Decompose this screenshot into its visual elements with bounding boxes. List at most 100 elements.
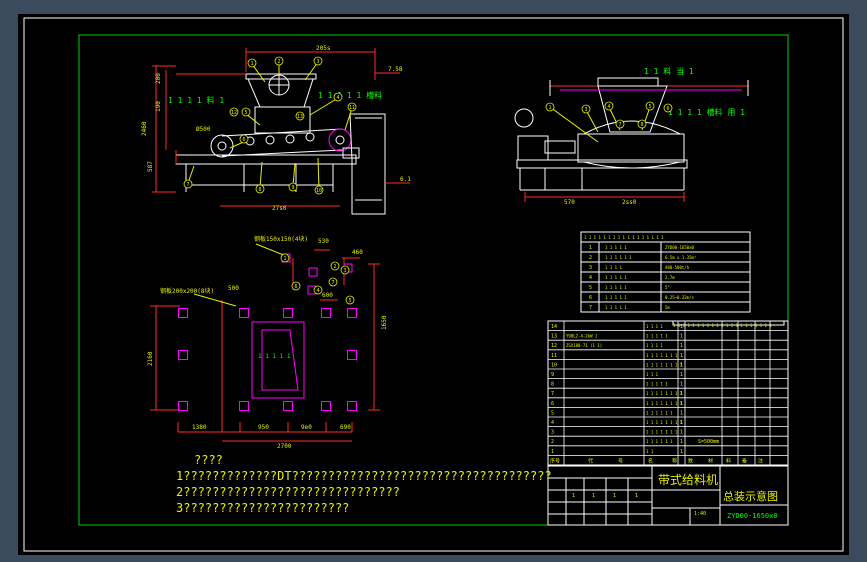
bom-row-name: 1 1 1 1 1 1 1 1 (646, 391, 683, 396)
front-balloon-number: 8 (258, 187, 261, 193)
bom-row-no: 3 (551, 430, 554, 436)
dim-2160: 2160 (147, 351, 154, 366)
bom-row-qty: 1 (680, 324, 683, 330)
bom-row-code: Y90L2-4-2kW 1 (566, 334, 598, 339)
front-balloon: 5 (241, 107, 251, 117)
tech-row-name: 1 1 1 1 1 (605, 305, 627, 310)
front-balloon: 1 (247, 58, 257, 68)
front-balloon: 10 (314, 185, 324, 195)
front-balloon-number: 1 (250, 61, 253, 67)
side-balloon-number: 3 (584, 107, 587, 113)
title-left: 带式给料机 (658, 473, 718, 487)
bom-row-no: 14 (551, 324, 557, 330)
dim-530: 530 (318, 238, 329, 245)
plan-balloon-number: 7 (331, 280, 334, 286)
side-balloon: 5 (645, 101, 655, 111)
notes-heading: ???? (194, 453, 223, 467)
level-top: 7.58 (388, 66, 403, 73)
label-left: 1 1 1 1 料 1 (168, 95, 224, 105)
plan-center-text: 1 1 1 1 1 (258, 353, 291, 360)
tech-row-value: 5m (665, 305, 670, 310)
bom-row-no: 12 (551, 343, 557, 349)
plan-balloon-number: 4 (316, 288, 319, 294)
bom-row-name: 1 1 1 1 (646, 324, 663, 329)
dim-950: 950 (258, 424, 269, 431)
dim-total: 2700 (277, 443, 292, 450)
side-balloon-number: 8 (640, 122, 643, 128)
bom-header-weight: 数 (688, 457, 693, 464)
side-balloon: 4 (604, 101, 614, 111)
side-balloon-number: 4 (607, 104, 610, 110)
bom-row-name: 1 1 1 1 1 1 1 1 (646, 420, 683, 425)
tech-row-no: 7 (589, 305, 592, 311)
front-balloon: 7 (183, 179, 193, 189)
front-balloon-number: 4 (336, 95, 339, 101)
front-balloon-number: 2 (277, 59, 280, 65)
bom-row-qty: 1 (680, 439, 683, 445)
front-balloon: 11 (347, 102, 357, 112)
dim-690: 690 (340, 424, 351, 431)
sheet-cell-4: 1 (635, 493, 638, 499)
side-balloon-number: 5 (648, 104, 651, 110)
front-balloon-number: 11 (349, 105, 355, 111)
front-balloon-number: 13 (297, 114, 303, 120)
bom-header-qty: 称 (672, 457, 677, 464)
dim-left-3: 587 (147, 161, 154, 172)
bom-row-no: 9 (551, 372, 554, 378)
bom-row-qty: 1 (680, 401, 683, 407)
plan-balloon-number: 1 (283, 256, 286, 262)
bom-row-qty: 1 (680, 334, 683, 340)
notes-line-1: 1?????????????DT????????????????????????… (176, 469, 552, 483)
plan-balloon: 5 (345, 295, 355, 305)
bom-header-c9: 备 (742, 457, 747, 464)
bom-row-name: 1 1 1 1 1 1 1 1 (646, 362, 683, 367)
bom-row-name: 1 1 1 1 1 1 (646, 410, 673, 415)
tech-row-name: 1 1 1 1 1 (605, 275, 627, 280)
side-balloon: 6 (663, 103, 673, 113)
bom-header-name: 号 (618, 458, 623, 464)
front-balloon: 3 (313, 56, 323, 66)
front-balloon-number: 5 (244, 110, 247, 116)
bom-row-qty: 1 (680, 343, 683, 349)
front-balloon: 8 (255, 184, 265, 194)
level-bottom: 6.1 (400, 176, 411, 183)
dim-left-2: 190 (155, 101, 162, 112)
bom-row-name: 1 1 1 1 1 1 1 (646, 353, 678, 358)
bom-row-name: 1 1 1 (646, 372, 659, 377)
bom-row-name: 1 1 1 1 1 1 (646, 439, 673, 444)
tech-row-no: 6 (589, 295, 592, 301)
front-balloon: 12 (229, 107, 239, 117)
front-balloon: 6 (239, 134, 249, 144)
dim-1380: 1380 (192, 424, 207, 431)
plan-balloon: 6 (291, 281, 301, 291)
side-balloon-number: 1 (548, 105, 551, 111)
tech-row-name: 1 1 1 1 1 (605, 245, 627, 250)
technical-notes: ???? 1?????????????DT???????????????????… (176, 452, 552, 516)
dim-left-1: 200 (155, 73, 162, 84)
bom-row-qty: 1 (680, 449, 683, 455)
bom-row-qty: 1 (680, 382, 683, 388)
tech-row-name: 1 1 1 1 1 (605, 285, 627, 290)
bom-row-no: 13 (551, 334, 557, 340)
plan-balloon-number: 2 (333, 264, 336, 270)
dim-460: 460 (352, 249, 363, 256)
plate-label-left: 钢板200x200(8块) (160, 287, 214, 295)
bom-row-name: 1 1 1 1 1 (646, 334, 668, 339)
bom-row-no: 5 (551, 410, 554, 416)
bom-row-qty: 1 (680, 391, 683, 397)
notes-line-3: 3??????????????????????? (176, 501, 350, 515)
bom-row-code: ZSX180-71 (1 1) (566, 343, 602, 348)
front-balloon-number: 9 (291, 185, 294, 191)
bom-row-qty: 1 (680, 420, 683, 426)
bom-row-no: 4 (551, 420, 554, 426)
front-balloon-number: 12 (231, 110, 237, 116)
front-balloon-number: 7 (186, 182, 189, 188)
tech-row-value: ZYD00-1650x0 (665, 245, 694, 250)
bom-header-note: 料 (726, 457, 731, 464)
bom-header-mat: 材 (708, 457, 713, 464)
bom-row-no: 10 (551, 362, 557, 368)
tech-row-no: 4 (589, 275, 592, 281)
label-right: 1 1 1 1 1 槽料 (318, 90, 382, 100)
tech-row-value: 5° (665, 285, 670, 290)
plan-balloon: 1 (280, 253, 290, 263)
